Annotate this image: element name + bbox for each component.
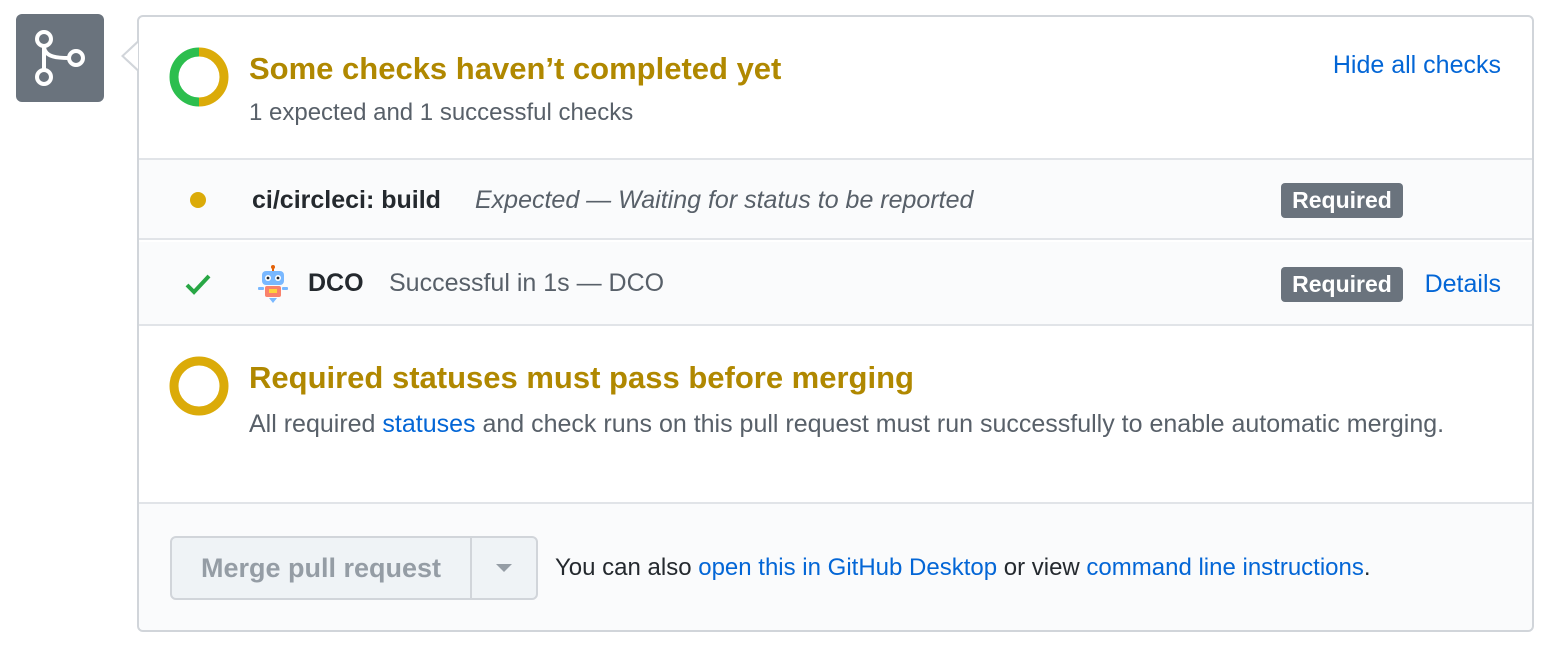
checks-summary-title: Some checks haven’t completed yet (249, 51, 782, 86)
check-row-dco: DCO Successful in 1s — DCO Required Deta… (139, 242, 1532, 326)
pending-dot-icon (185, 187, 211, 213)
required-statuses-section: Required statuses must pass before mergi… (139, 326, 1532, 504)
check-row-circleci: ci/circleci: build Expected — Waiting fo… (139, 160, 1532, 240)
check-name: ci/circleci: build (252, 186, 441, 214)
checks-summary-subtitle: 1 expected and 1 successful checks (249, 99, 634, 126)
check-mark-icon (185, 271, 211, 297)
check-description: Expected — Waiting for status to be repo… (475, 186, 974, 214)
merge-footer: Merge pull request You can also open thi… (139, 504, 1532, 630)
command-line-instructions-link[interactable]: command line instructions (1086, 554, 1363, 581)
desc-text: and check runs on this pull request must… (475, 410, 1445, 438)
desc-text: All required (249, 410, 383, 438)
footer-text-suffix: . (1363, 554, 1371, 581)
required-badge: Required (1281, 183, 1403, 218)
open-github-desktop-link[interactable]: open this in GitHub Desktop (698, 554, 997, 581)
required-statuses-title: Required statuses must pass before mergi… (249, 360, 914, 395)
checks-progress-ring-icon (169, 47, 229, 107)
check-name: DCO (308, 269, 364, 297)
merge-status-panel: Some checks haven’t completed yet 1 expe… (137, 15, 1534, 632)
checks-summary: Some checks haven’t completed yet 1 expe… (139, 17, 1532, 160)
pending-ring-icon (169, 356, 229, 416)
required-badge: Required (1281, 267, 1403, 302)
chevron-down-icon (496, 564, 512, 572)
merge-button-group: Merge pull request (170, 536, 538, 600)
merge-pull-request-button[interactable]: Merge pull request (172, 538, 472, 598)
check-description: Successful in 1s — DCO (389, 269, 665, 297)
panel-pointer-fill (124, 43, 138, 69)
git-branch-icon (35, 30, 85, 86)
statuses-link[interactable]: statuses (382, 410, 475, 438)
robot-avatar-icon (258, 265, 288, 303)
footer-text-prefix: You can also (555, 554, 699, 581)
merge-options-dropdown[interactable] (472, 538, 536, 598)
hide-all-checks-link[interactable]: Hide all checks (1333, 51, 1501, 80)
git-merge-icon-box (16, 14, 104, 102)
alternative-merge-text: You can also open this in GitHub Desktop… (555, 554, 1371, 582)
details-link[interactable]: Details (1425, 270, 1501, 299)
required-statuses-description: All required statuses and check runs on … (249, 406, 1479, 442)
footer-text-middle: or view (997, 554, 1087, 581)
